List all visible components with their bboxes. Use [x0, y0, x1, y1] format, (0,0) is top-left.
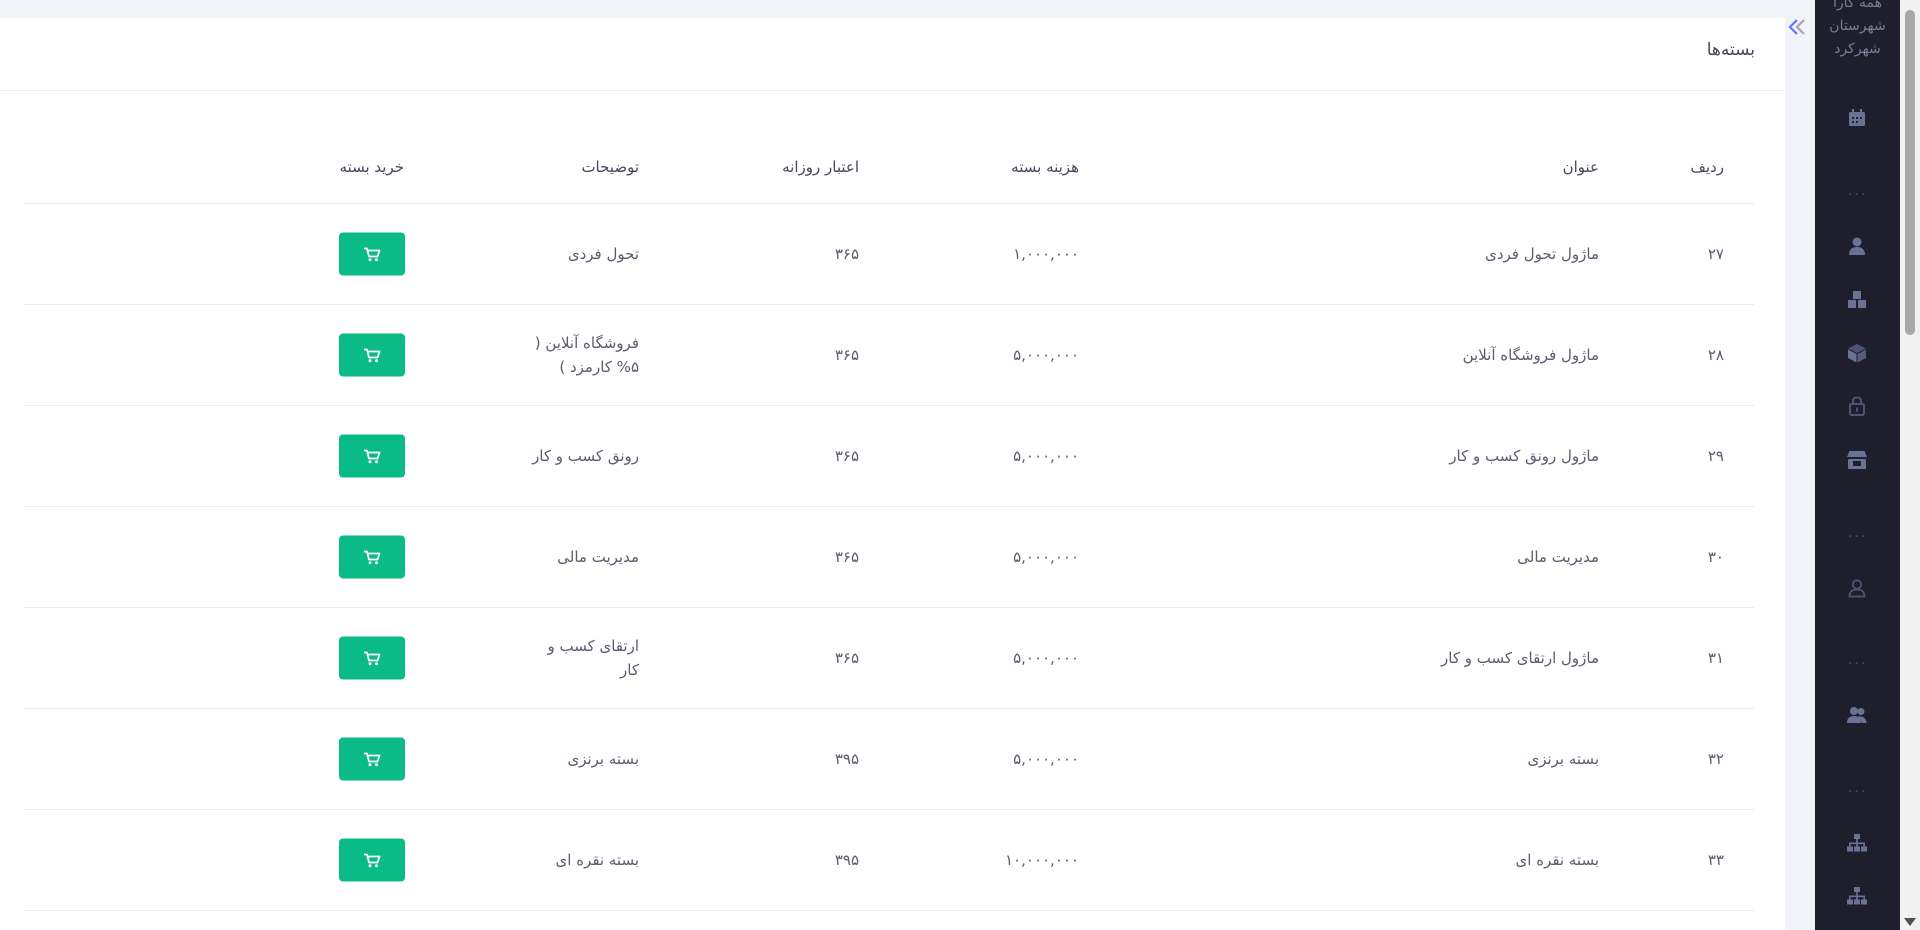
sidebar-toggle-button[interactable]: [1780, 12, 1814, 42]
buy-button[interactable]: [339, 838, 405, 882]
row-number: ۲۹: [1707, 447, 1724, 465]
table-row-partial: [24, 911, 1754, 930]
cart-icon: [364, 550, 381, 564]
package-cost: ۱,۰۰۰,۰۰۰: [1013, 245, 1079, 263]
cube-icon[interactable]: [1839, 335, 1875, 371]
table-header: ردیف عنوان هزینه بسته اعتبار روزانه توضی…: [24, 128, 1754, 204]
users-icon[interactable]: [1839, 697, 1875, 733]
scrollbar-thumb[interactable]: [1905, 10, 1915, 335]
package-description: رونق کسب و کار: [532, 447, 639, 465]
cart-icon: [364, 752, 381, 766]
header-row-number: ردیف: [1690, 158, 1724, 176]
sitemap-icon[interactable]: [1839, 825, 1875, 861]
packages-table: ردیف عنوان هزینه بسته اعتبار روزانه توضی…: [24, 128, 1754, 930]
buy-button[interactable]: [339, 636, 405, 680]
lock-icon[interactable]: [1839, 388, 1875, 424]
portlet-header: بسته‌ها: [0, 18, 1785, 91]
store-icon[interactable]: [1839, 442, 1875, 478]
package-title: ماژول ارتقای کسب و کار: [1441, 649, 1599, 667]
package-days: ۳۹۵: [834, 750, 859, 768]
company-line: شهرکرد: [1834, 41, 1881, 57]
cart-icon: [364, 348, 381, 362]
row-number: ۳۰: [1707, 548, 1724, 566]
table-row: ۲۸ ماژول فروشگاه آنلاین ۵,۰۰۰,۰۰۰ ۳۶۵ فر…: [24, 305, 1754, 406]
package-days: ۳۹۵: [834, 851, 859, 869]
header-description: توضیحات: [581, 158, 639, 176]
boxes-icon[interactable]: [1839, 282, 1875, 318]
package-cost: ۵,۰۰۰,۰۰۰: [1013, 750, 1079, 768]
package-days: ۳۶۵: [834, 548, 859, 566]
page-title: بسته‌ها: [1706, 40, 1755, 60]
header-cost: هزینه بسته: [1011, 158, 1079, 176]
calendar-icon[interactable]: [1839, 100, 1875, 136]
cart-icon: [364, 247, 381, 261]
buy-button[interactable]: [339, 737, 405, 781]
table-row: ۳۱ ماژول ارتقای کسب و کار ۵,۰۰۰,۰۰۰ ۳۶۵ …: [24, 608, 1754, 709]
package-description: بسته برنزی: [567, 750, 639, 768]
section-separator: ...: [1847, 780, 1868, 796]
table-row: ۳۲ بسته برنزی ۵,۰۰۰,۰۰۰ ۳۹۵ بسته برنزی: [24, 709, 1754, 810]
table-row: ۲۹ ماژول رونق کسب و کار ۵,۰۰۰,۰۰۰ ۳۶۵ رو…: [24, 406, 1754, 507]
cart-icon: [364, 853, 381, 867]
package-description: ارتقای کسب و کار: [547, 637, 639, 679]
package-title: ماژول تحول فردی: [1485, 245, 1599, 263]
package-title: بسته نقره ای: [1515, 851, 1599, 869]
package-description: تحول فردی: [567, 245, 639, 263]
row-number: ۳۱: [1707, 649, 1724, 667]
package-title: بسته برنزی: [1527, 750, 1599, 768]
package-cost: ۵,۰۰۰,۰۰۰: [1013, 447, 1079, 465]
header-buy: خرید بسته: [339, 158, 405, 176]
company-name: همه کارا شهرستان شهرکرد: [1815, 0, 1900, 61]
main-content: بسته‌ها ردیف عنوان هزینه بسته اعتبار روز…: [0, 18, 1785, 930]
package-days: ۳۶۵: [834, 649, 859, 667]
table-row: ۳۰ مدیریت مالی ۵,۰۰۰,۰۰۰ ۳۶۵ مدیریت مالی: [24, 507, 1754, 608]
section-separator: ...: [1847, 525, 1868, 541]
table-body: ۲۷ ماژول تحول فردی ۱,۰۰۰,۰۰۰ ۳۶۵ تحول فر…: [24, 204, 1754, 911]
section-separator: ...: [1847, 183, 1868, 199]
section-separator: ...: [1847, 652, 1868, 668]
chevron-double-left-icon: [1788, 19, 1805, 35]
cart-icon: [364, 651, 381, 665]
buy-button[interactable]: [339, 333, 405, 377]
sitemap-icon[interactable]: [1839, 878, 1875, 914]
top-strip: [0, 0, 1815, 18]
row-number: ۳۲: [1707, 750, 1724, 768]
page-scrollbar[interactable]: [1900, 0, 1920, 930]
header-title: عنوان: [1562, 158, 1599, 176]
cart-icon: [364, 449, 381, 463]
package-description: فروشگاه آنلاین ( ۵% کارمزد ): [534, 334, 639, 376]
row-number: ۳۳: [1707, 851, 1724, 869]
table-row: ۲۷ ماژول تحول فردی ۱,۰۰۰,۰۰۰ ۳۶۵ تحول فر…: [24, 204, 1754, 305]
user-icon[interactable]: [1839, 228, 1875, 264]
package-cost: ۱۰,۰۰۰,۰۰۰: [1005, 851, 1079, 869]
scroll-down-arrow-icon[interactable]: [1904, 918, 1916, 926]
package-cost: ۵,۰۰۰,۰۰۰: [1013, 548, 1079, 566]
package-title: ماژول رونق کسب و کار: [1449, 447, 1599, 465]
row-number: ۲۸: [1707, 346, 1724, 364]
package-cost: ۵,۰۰۰,۰۰۰: [1013, 649, 1079, 667]
package-description: بسته نقره ای: [555, 851, 639, 869]
header-days: اعتبار روزانه: [782, 158, 859, 176]
row-number: ۲۷: [1707, 245, 1724, 263]
package-days: ۳۶۵: [834, 447, 859, 465]
user-outline-icon[interactable]: [1839, 570, 1875, 606]
package-description: مدیریت مالی: [557, 548, 639, 566]
package-days: ۳۶۵: [834, 245, 859, 263]
package-cost: ۵,۰۰۰,۰۰۰: [1013, 346, 1079, 364]
table-row: ۳۳ بسته نقره ای ۱۰,۰۰۰,۰۰۰ ۳۹۵ بسته نقره…: [24, 810, 1754, 911]
package-title: مدیریت مالی: [1517, 548, 1599, 566]
buy-button[interactable]: [339, 232, 405, 276]
buy-button[interactable]: [339, 535, 405, 579]
company-line: همه کارا: [1832, 0, 1882, 11]
package-days: ۳۶۵: [834, 346, 859, 364]
buy-button[interactable]: [339, 434, 405, 478]
company-line: شهرستان: [1829, 18, 1886, 34]
package-title: ماژول فروشگاه آنلاین: [1462, 346, 1599, 364]
sidebar: همه کارا شهرستان شهرکرد ... ... ... ...: [1815, 0, 1900, 930]
